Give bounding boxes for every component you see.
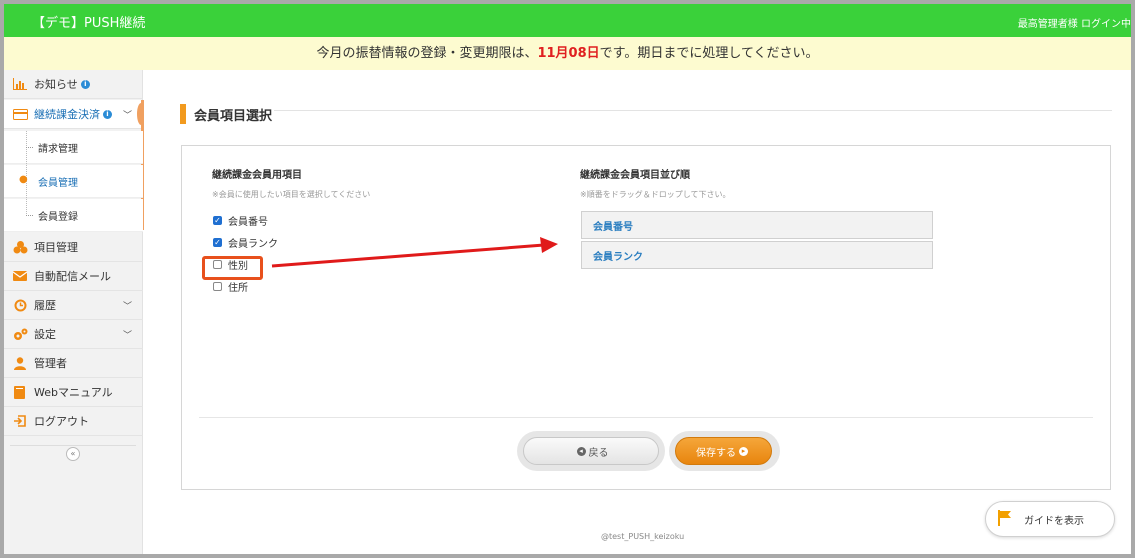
sidebar-item-label: 履歴 <box>34 299 56 312</box>
sidebar-collapse-button[interactable]: « <box>66 447 80 461</box>
chevron-down-icon[interactable]: ﹀ <box>123 299 132 312</box>
back-button[interactable]: ◂ 戻る <box>523 437 659 465</box>
sidebar-item-news[interactable]: お知らせ i <box>4 70 143 99</box>
sidebar-subitem-label: 会員登録 <box>38 211 78 223</box>
checkbox-member-number[interactable]: ✓ 会員番号 <box>213 213 268 228</box>
sidebar-item-history[interactable]: 履歴 ﹀ <box>4 291 143 320</box>
notice-text-after: です。期日までに処理してください。 <box>599 46 819 61</box>
top-bar: 【デモ】PUSH継続 最高管理者様 ログイン中 <box>4 4 1131 37</box>
sidebar-subitem-label: 会員管理 <box>38 177 78 189</box>
footer-credit: @test_PUSH_keizoku <box>601 532 685 541</box>
annotation-highlight-box <box>202 256 263 280</box>
sidebar-item-label: お知らせ <box>34 78 78 91</box>
sidebar-item-label: Webマニュアル <box>34 386 113 399</box>
history-icon <box>12 298 28 312</box>
flag-icon <box>998 509 1012 529</box>
info-icon: i <box>103 109 112 119</box>
sidebar-item-label: 管理者 <box>34 357 67 370</box>
sidebar-item-logout[interactable]: ログアウト <box>4 407 143 436</box>
sortable-item-member-rank[interactable]: 会員ランク <box>581 241 933 269</box>
login-status: 最高管理者様 ログイン中 <box>1017 19 1131 30</box>
main-content: 会員項目選択 継続課金会員用項目 ※会員に使用したい項目を選択してください ✓ … <box>144 70 1131 554</box>
sidebar-item-admin[interactable]: 管理者 <box>4 349 143 378</box>
sidebar-item-billing[interactable]: 継続課金決済 i ﹀ <box>4 100 143 129</box>
checkbox-member-rank[interactable]: ✓ 会員ランク <box>213 235 278 250</box>
save-button-label: 保存する <box>696 447 736 459</box>
cubes-icon <box>12 240 28 254</box>
mail-icon <box>12 269 28 283</box>
logout-icon <box>12 414 28 428</box>
sidebar-subitem-billing-mgmt[interactable]: 請求管理 <box>4 131 143 164</box>
page-title-text: 会員項目選択 <box>194 108 273 124</box>
chevron-down-icon[interactable]: ﹀ <box>123 108 132 121</box>
checkbox[interactable]: ✓ <box>213 216 222 225</box>
back-button-wrap: ◂ 戻る <box>517 431 665 471</box>
save-button-wrap: 保存する ▸ <box>669 431 780 471</box>
guide-button-label: ガイドを表示 <box>1024 515 1084 527</box>
sidebar: お知らせ i 継続課金決済 i ﹀ 請求管理 ● 会員管理 会員登録 項目管理 … <box>4 70 145 554</box>
app-brand[interactable]: 【デモ】PUSH継続 <box>32 12 145 31</box>
card-icon <box>12 107 28 121</box>
page-title: 会員項目選択 <box>180 103 272 125</box>
book-icon <box>12 385 28 399</box>
arrow-left-circle-icon: ◂ <box>576 446 586 456</box>
checkbox-label: 会員番号 <box>228 217 268 228</box>
sortable-item-label: 会員ランク <box>593 251 643 263</box>
sidebar-item-web-manual[interactable]: Webマニュアル <box>4 378 143 407</box>
sidebar-item-auto-mail[interactable]: 自動配信メール <box>4 262 143 291</box>
sidebar-item-label: ログアウト <box>34 415 89 428</box>
guide-button[interactable]: ガイドを表示 <box>985 501 1115 537</box>
deadline-notice: 今月の振替情報の登録・変更期限は、11月08日です。期日までに処理してください。 <box>4 37 1131 70</box>
checkbox-address[interactable]: 住所 <box>213 279 248 294</box>
sidebar-subitem-member-register[interactable]: 会員登録 <box>4 199 143 232</box>
sidebar-item-label: 継続課金決済 <box>34 108 100 121</box>
right-column-note: ※順番をドラッグ＆ドロップして下さい。 <box>580 190 731 199</box>
notice-text-before: 今月の振替情報の登録・変更期限は、 <box>316 46 538 61</box>
sidebar-subitem-member-mgmt[interactable]: ● 会員管理 <box>4 165 143 198</box>
save-button[interactable]: 保存する ▸ <box>675 437 772 465</box>
checkbox-label: 会員ランク <box>228 239 278 250</box>
sidebar-item-settings[interactable]: 設定 ﹀ <box>4 320 143 349</box>
sidebar-item-field-mgmt[interactable]: 項目管理 <box>4 233 143 262</box>
user-icon <box>12 356 28 370</box>
member-field-panel: 継続課金会員用項目 ※会員に使用したい項目を選択してください ✓ 会員番号 ✓ … <box>181 145 1111 490</box>
title-accent-bar <box>180 104 186 124</box>
back-button-label: 戻る <box>588 447 609 459</box>
checkbox[interactable] <box>213 282 222 291</box>
left-column-note: ※会員に使用したい項目を選択してください <box>212 190 371 199</box>
sidebar-item-label: 自動配信メール <box>34 270 111 283</box>
sidebar-item-label: 項目管理 <box>34 241 78 254</box>
arrow-right-circle-icon: ▸ <box>739 446 748 456</box>
right-column-heading: 継続課金会員項目並び順 <box>580 170 690 181</box>
sidebar-item-label: 設定 <box>34 328 56 341</box>
sortable-item-label: 会員番号 <box>593 221 633 233</box>
checkbox[interactable]: ✓ <box>213 238 222 247</box>
left-column-heading: 継続課金会員用項目 <box>212 170 302 181</box>
gears-icon <box>12 327 28 341</box>
notice-date: 11月08日 <box>537 46 600 61</box>
user-icon: ● <box>19 174 28 185</box>
app-window: 【デモ】PUSH継続 最高管理者様 ログイン中 今月の振替情報の登録・変更期限は… <box>0 0 1135 558</box>
chevron-down-icon[interactable]: ﹀ <box>123 328 132 341</box>
info-icon: i <box>80 79 90 89</box>
checkbox-label: 住所 <box>228 283 248 294</box>
sortable-item-member-number[interactable]: 会員番号 <box>581 211 933 239</box>
sidebar-subitem-label: 請求管理 <box>38 143 78 155</box>
bar-chart-icon <box>12 77 28 91</box>
